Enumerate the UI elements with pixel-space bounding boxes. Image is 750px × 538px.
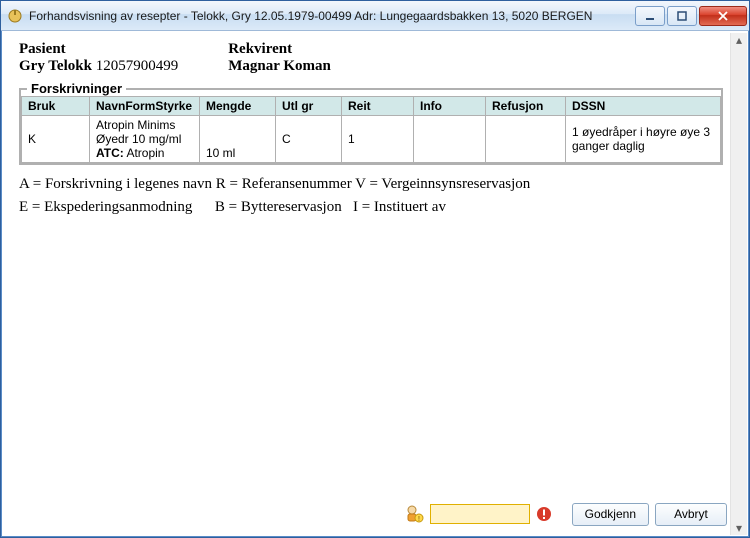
cell-info (414, 116, 486, 163)
header-block: Pasient Gry Telokk 12057900499 Rekvirent… (19, 41, 723, 75)
search-input[interactable] (430, 504, 530, 524)
approve-button[interactable]: Godkjenn (572, 503, 649, 526)
col-dssn: DSSN (566, 97, 721, 116)
svg-text:!: ! (418, 516, 420, 523)
maximize-button[interactable] (667, 6, 697, 26)
patient-name: Gry Telokk (19, 58, 92, 74)
cell-reit: 1 (342, 116, 414, 163)
cell-refusjon (486, 116, 566, 163)
error-icon (536, 506, 552, 522)
client-area: Pasient Gry Telokk 12057900499 Rekvirent… (1, 31, 749, 537)
legend-line-1: A = Forskrivning i legenes navn R = Refe… (19, 173, 723, 196)
titlebar[interactable]: Forhandsvisning av resepter - Telokk, Gr… (1, 1, 749, 31)
prescriptions-fieldset: Forskrivninger Bruk NavnFormStyrke Mengd… (19, 81, 723, 165)
col-mengde: Mengde (200, 97, 276, 116)
app-icon (7, 8, 23, 24)
cell-navn: Atropin Minims Øyedr 10 mg/ml ATC: Atrop… (90, 116, 200, 163)
scroll-down-icon[interactable]: ▾ (731, 521, 747, 535)
legend-line-2: E = Ekspederingsanmodning B = Byttereser… (19, 196, 723, 219)
cell-bruk: K (22, 116, 90, 163)
col-utlgr: Utl gr (276, 97, 342, 116)
prescriptions-legend: Forskrivninger (27, 81, 126, 96)
minimize-button[interactable] (635, 6, 665, 26)
requester-label: Rekvirent (228, 41, 331, 58)
table-row: K Atropin Minims Øyedr 10 mg/ml ATC: Atr… (22, 116, 721, 163)
col-bruk: Bruk (22, 97, 90, 116)
requester-col: Rekvirent Magnar Koman (228, 41, 331, 75)
app-window: Forhandsvisning av resepter - Telokk, Gr… (0, 0, 750, 538)
close-button[interactable] (699, 6, 747, 26)
requester-name: Magnar Koman (228, 58, 331, 74)
vertical-scrollbar[interactable]: ▴ ▾ (730, 33, 747, 535)
patient-label: Pasient (19, 41, 178, 58)
window-title: Forhandsvisning av resepter - Telokk, Gr… (29, 9, 633, 23)
patient-id: 12057900499 (96, 58, 179, 74)
content-pane: Pasient Gry Telokk 12057900499 Rekvirent… (9, 37, 741, 499)
window-controls (633, 6, 747, 26)
bottom-bar: ! Godkjenn Avbryt (9, 499, 741, 537)
col-reit: Reit (342, 97, 414, 116)
cell-mengde: 10 ml (200, 116, 276, 163)
cell-dssn: 1 øyedråper i høyre øye 3 ganger daglig (566, 116, 721, 163)
col-refusjon: Refusjon (486, 97, 566, 116)
prescriptions-table: Bruk NavnFormStyrke Mengde Utl gr Reit I… (21, 96, 721, 163)
patient-col: Pasient Gry Telokk 12057900499 (19, 41, 178, 75)
col-navn: NavnFormStyrke (90, 97, 200, 116)
legend-block: A = Forskrivning i legenes navn R = Refe… (19, 173, 723, 218)
cell-utlgr: C (276, 116, 342, 163)
scroll-up-icon[interactable]: ▴ (731, 33, 747, 47)
cancel-button[interactable]: Avbryt (655, 503, 727, 526)
assistant-icon: ! (404, 504, 424, 524)
col-info: Info (414, 97, 486, 116)
